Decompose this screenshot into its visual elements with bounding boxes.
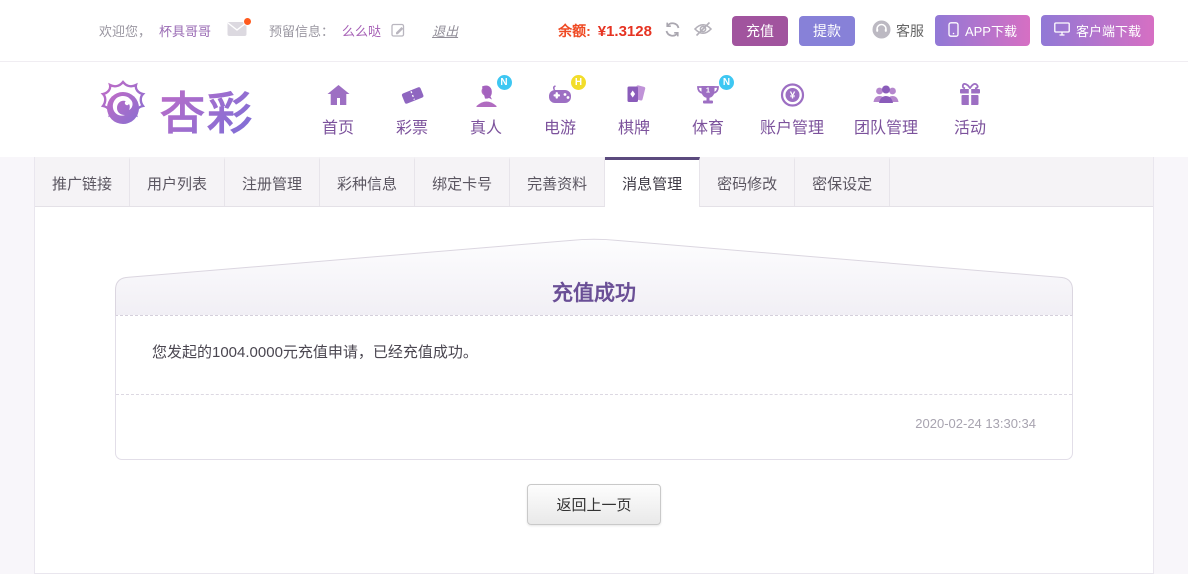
message-footer: 2020-02-24 13:30:34 (116, 395, 1072, 459)
back-button[interactable]: 返回上一页 (527, 484, 661, 525)
badge-n: N (719, 75, 735, 90)
svg-text:1: 1 (706, 86, 710, 95)
username[interactable]: 杯具哥哥 (159, 21, 211, 40)
nav-item-home[interactable]: 首页 (316, 81, 360, 138)
tab-message-mgmt[interactable]: 消息管理 (605, 157, 701, 207)
svg-text:¥: ¥ (789, 91, 795, 102)
edit-icon[interactable] (391, 22, 406, 40)
eye-slash-icon (693, 20, 713, 41)
flower-logo-icon (94, 79, 152, 140)
phone-icon (948, 21, 959, 40)
ticket-icon (399, 82, 426, 111)
tab-register-mgmt[interactable]: 注册管理 (225, 157, 321, 206)
customer-service-icon (872, 20, 891, 42)
nav-label: 账户管理 (760, 120, 825, 137)
balance-value: ¥1.3128 (597, 22, 652, 40)
nav-label: 体育 (692, 120, 725, 137)
tab-security-setting[interactable]: 密保设定 (795, 157, 891, 206)
home-icon (325, 82, 352, 111)
message-envelope-card: 充值成功 您发起的1004.0000元充值申请，已经充值成功。 2020-02-… (115, 237, 1073, 460)
tab-bind-card[interactable]: 绑定卡号 (415, 157, 511, 206)
messages-button[interactable] (227, 17, 253, 40)
trophy-icon: 1 (694, 82, 722, 111)
message-timestamp: 2020-02-24 13:30:34 (915, 416, 1036, 431)
nav-item-boardgames[interactable]: 棋牌 (612, 81, 656, 138)
person-icon (473, 82, 500, 111)
logout-link[interactable]: 退出 (432, 21, 458, 40)
message-content: 充值成功 您发起的1004.0000元充值申请，已经充值成功。 2020-02-… (35, 207, 1153, 525)
reserved-info-value: 么么哒 (342, 24, 382, 39)
nav-item-live[interactable]: N 真人 (464, 75, 512, 138)
cards-icon (621, 82, 648, 111)
badge-h: H (571, 75, 587, 90)
tab-promo-link[interactable]: 推广链接 (35, 157, 131, 206)
nav-item-lottery[interactable]: 彩票 (390, 81, 434, 138)
balance-label: 余额: (558, 22, 591, 39)
nav-label: 团队管理 (854, 120, 919, 137)
nav-label: 彩票 (396, 120, 429, 137)
nav-item-egames[interactable]: H 电游 (538, 75, 587, 138)
recharge-button[interactable]: 充值 (731, 15, 788, 46)
hide-balance-button[interactable] (693, 20, 713, 41)
client-download-label: 客户端下载 (1075, 24, 1141, 39)
tabbar: 推广链接 用户列表 注册管理 彩种信息 绑定卡号 完善资料 消息管理 密码修改 … (35, 157, 1153, 207)
badge-n: N (496, 75, 512, 90)
nav-label: 首页 (322, 120, 355, 137)
envelope-icon (227, 22, 247, 40)
app-download-button[interactable]: APP下载 (934, 15, 1030, 46)
team-icon (872, 82, 900, 111)
client-download-button[interactable]: 客户端下载 (1040, 15, 1154, 46)
nav-label: 棋牌 (618, 120, 651, 137)
nav-item-account[interactable]: ¥ 账户管理 (760, 81, 824, 138)
topbar: 欢迎您， 杯具哥哥 预留信息： 么么哒 退出 余额: ¥1.3128 充值 提款… (0, 0, 1188, 62)
envelope-body: 您发起的1004.0000元充值申请，已经充值成功。 2020-02-24 13… (115, 315, 1073, 460)
coin-icon: ¥ (779, 82, 806, 111)
tab-password-change[interactable]: 密码修改 (700, 157, 796, 206)
nav-item-team[interactable]: 团队管理 (854, 81, 918, 138)
nav-label: 活动 (954, 120, 987, 137)
site-logo[interactable]: 杏彩 (94, 77, 254, 142)
reserved-info-label: 预留信息： (269, 24, 335, 39)
nav-item-sports[interactable]: 1 N 体育 (686, 75, 735, 138)
customer-service-button[interactable]: 客服 (872, 20, 924, 42)
message-body: 您发起的1004.0000元充值申请，已经充值成功。 (116, 316, 1072, 395)
refresh-balance-button[interactable] (663, 20, 682, 42)
withdraw-button[interactable]: 提款 (798, 15, 855, 46)
nav-label: 真人 (470, 120, 503, 137)
customer-service-label: 客服 (895, 22, 924, 39)
tab-lottery-info[interactable]: 彩种信息 (320, 157, 416, 206)
tab-user-list[interactable]: 用户列表 (130, 157, 226, 206)
nav-label: 电游 (544, 120, 577, 137)
message-title: 充值成功 (552, 282, 636, 305)
monitor-icon (1054, 22, 1070, 39)
brand-name: 杏彩 (160, 77, 254, 142)
tab-profile[interactable]: 完善资料 (510, 157, 606, 206)
main-nav: 首页 彩票 N 真人 H 电游 棋牌 1 N 体育 ¥ 账户管理 团队管理 活动 (316, 75, 992, 138)
gift-icon (957, 82, 983, 111)
app-download-label: APP下载 (964, 24, 1017, 39)
member-panel: 推广链接 用户列表 注册管理 彩种信息 绑定卡号 完善资料 消息管理 密码修改 … (34, 157, 1154, 574)
welcome-label: 欢迎您， (99, 24, 152, 39)
nav-item-promotions[interactable]: 活动 (948, 81, 992, 138)
site-header: 杏彩 首页 彩票 N 真人 H 电游 棋牌 1 N 体育 ¥ 账户管理 团队管理… (0, 62, 1188, 157)
refresh-icon (663, 20, 682, 42)
gamepad-icon (546, 82, 574, 111)
unread-dot (243, 17, 253, 26)
